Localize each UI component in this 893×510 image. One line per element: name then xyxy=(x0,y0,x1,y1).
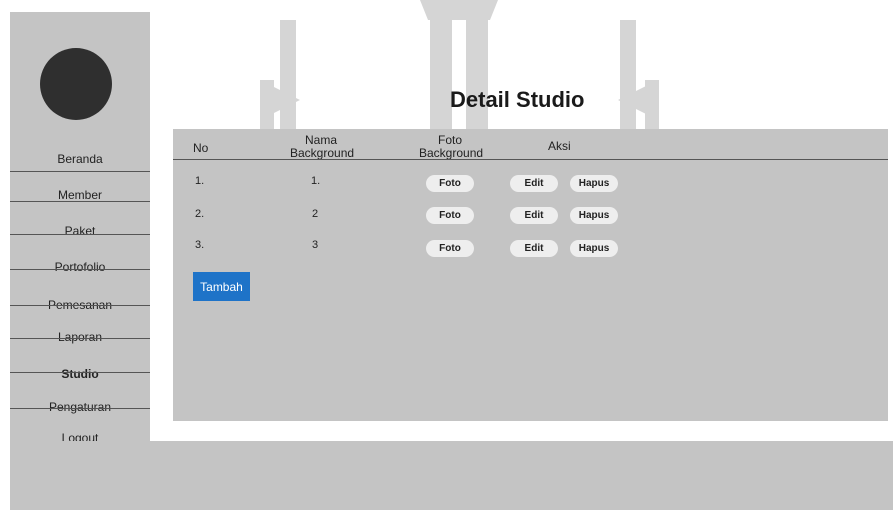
avatar[interactable] xyxy=(40,48,112,120)
table-cell-no: 3. xyxy=(195,239,205,251)
table-cell-nama: 3 xyxy=(312,239,319,251)
edit-button[interactable]: Edit xyxy=(510,175,558,192)
foto-button[interactable]: Foto xyxy=(426,175,474,192)
sidebar-item-paket[interactable]: Paket xyxy=(10,224,150,238)
divider xyxy=(10,201,150,202)
sidebar-item-member[interactable]: Member xyxy=(10,188,150,202)
divider xyxy=(10,408,150,409)
sidebar-item-pengaturan[interactable]: Pengaturan xyxy=(10,400,150,414)
divider xyxy=(10,171,150,172)
page-title: Detail Studio xyxy=(450,87,585,112)
divider xyxy=(10,269,150,270)
hapus-button[interactable]: Hapus xyxy=(570,207,618,224)
hapus-button[interactable]: Hapus xyxy=(570,240,618,257)
hapus-button[interactable]: Hapus xyxy=(570,175,618,192)
header-foto-background: Foto Background xyxy=(419,134,483,160)
foto-button[interactable]: Foto xyxy=(426,240,474,257)
footer xyxy=(10,441,893,510)
content-panel xyxy=(173,129,888,421)
foto-button[interactable]: Foto xyxy=(426,207,474,224)
table-cell-no: 2. xyxy=(195,208,205,220)
divider xyxy=(10,234,150,235)
sidebar: Beranda Member Paket Portofolio Pemesana… xyxy=(10,12,150,445)
sidebar-item-studio[interactable]: Studio xyxy=(10,367,150,381)
header-no: No xyxy=(193,141,209,155)
table-cell-nama: 2 xyxy=(312,208,319,220)
sidebar-item-beranda[interactable]: Beranda xyxy=(10,152,150,166)
tambah-button[interactable]: Tambah xyxy=(193,272,250,301)
edit-button[interactable]: Edit xyxy=(510,240,558,257)
table-cell-no: 1. xyxy=(195,175,205,187)
sidebar-item-laporan[interactable]: Laporan xyxy=(10,330,150,344)
edit-button[interactable]: Edit xyxy=(510,207,558,224)
divider xyxy=(10,372,150,373)
header-nama-background: Nama Background xyxy=(290,134,354,160)
sidebar-item-portofolio[interactable]: Portofolio xyxy=(10,260,150,274)
divider xyxy=(10,305,150,306)
table-cell-nama: 1. xyxy=(311,175,321,187)
divider xyxy=(10,338,150,339)
table-header-divider xyxy=(173,159,888,160)
header-aksi: Aksi xyxy=(548,139,571,153)
